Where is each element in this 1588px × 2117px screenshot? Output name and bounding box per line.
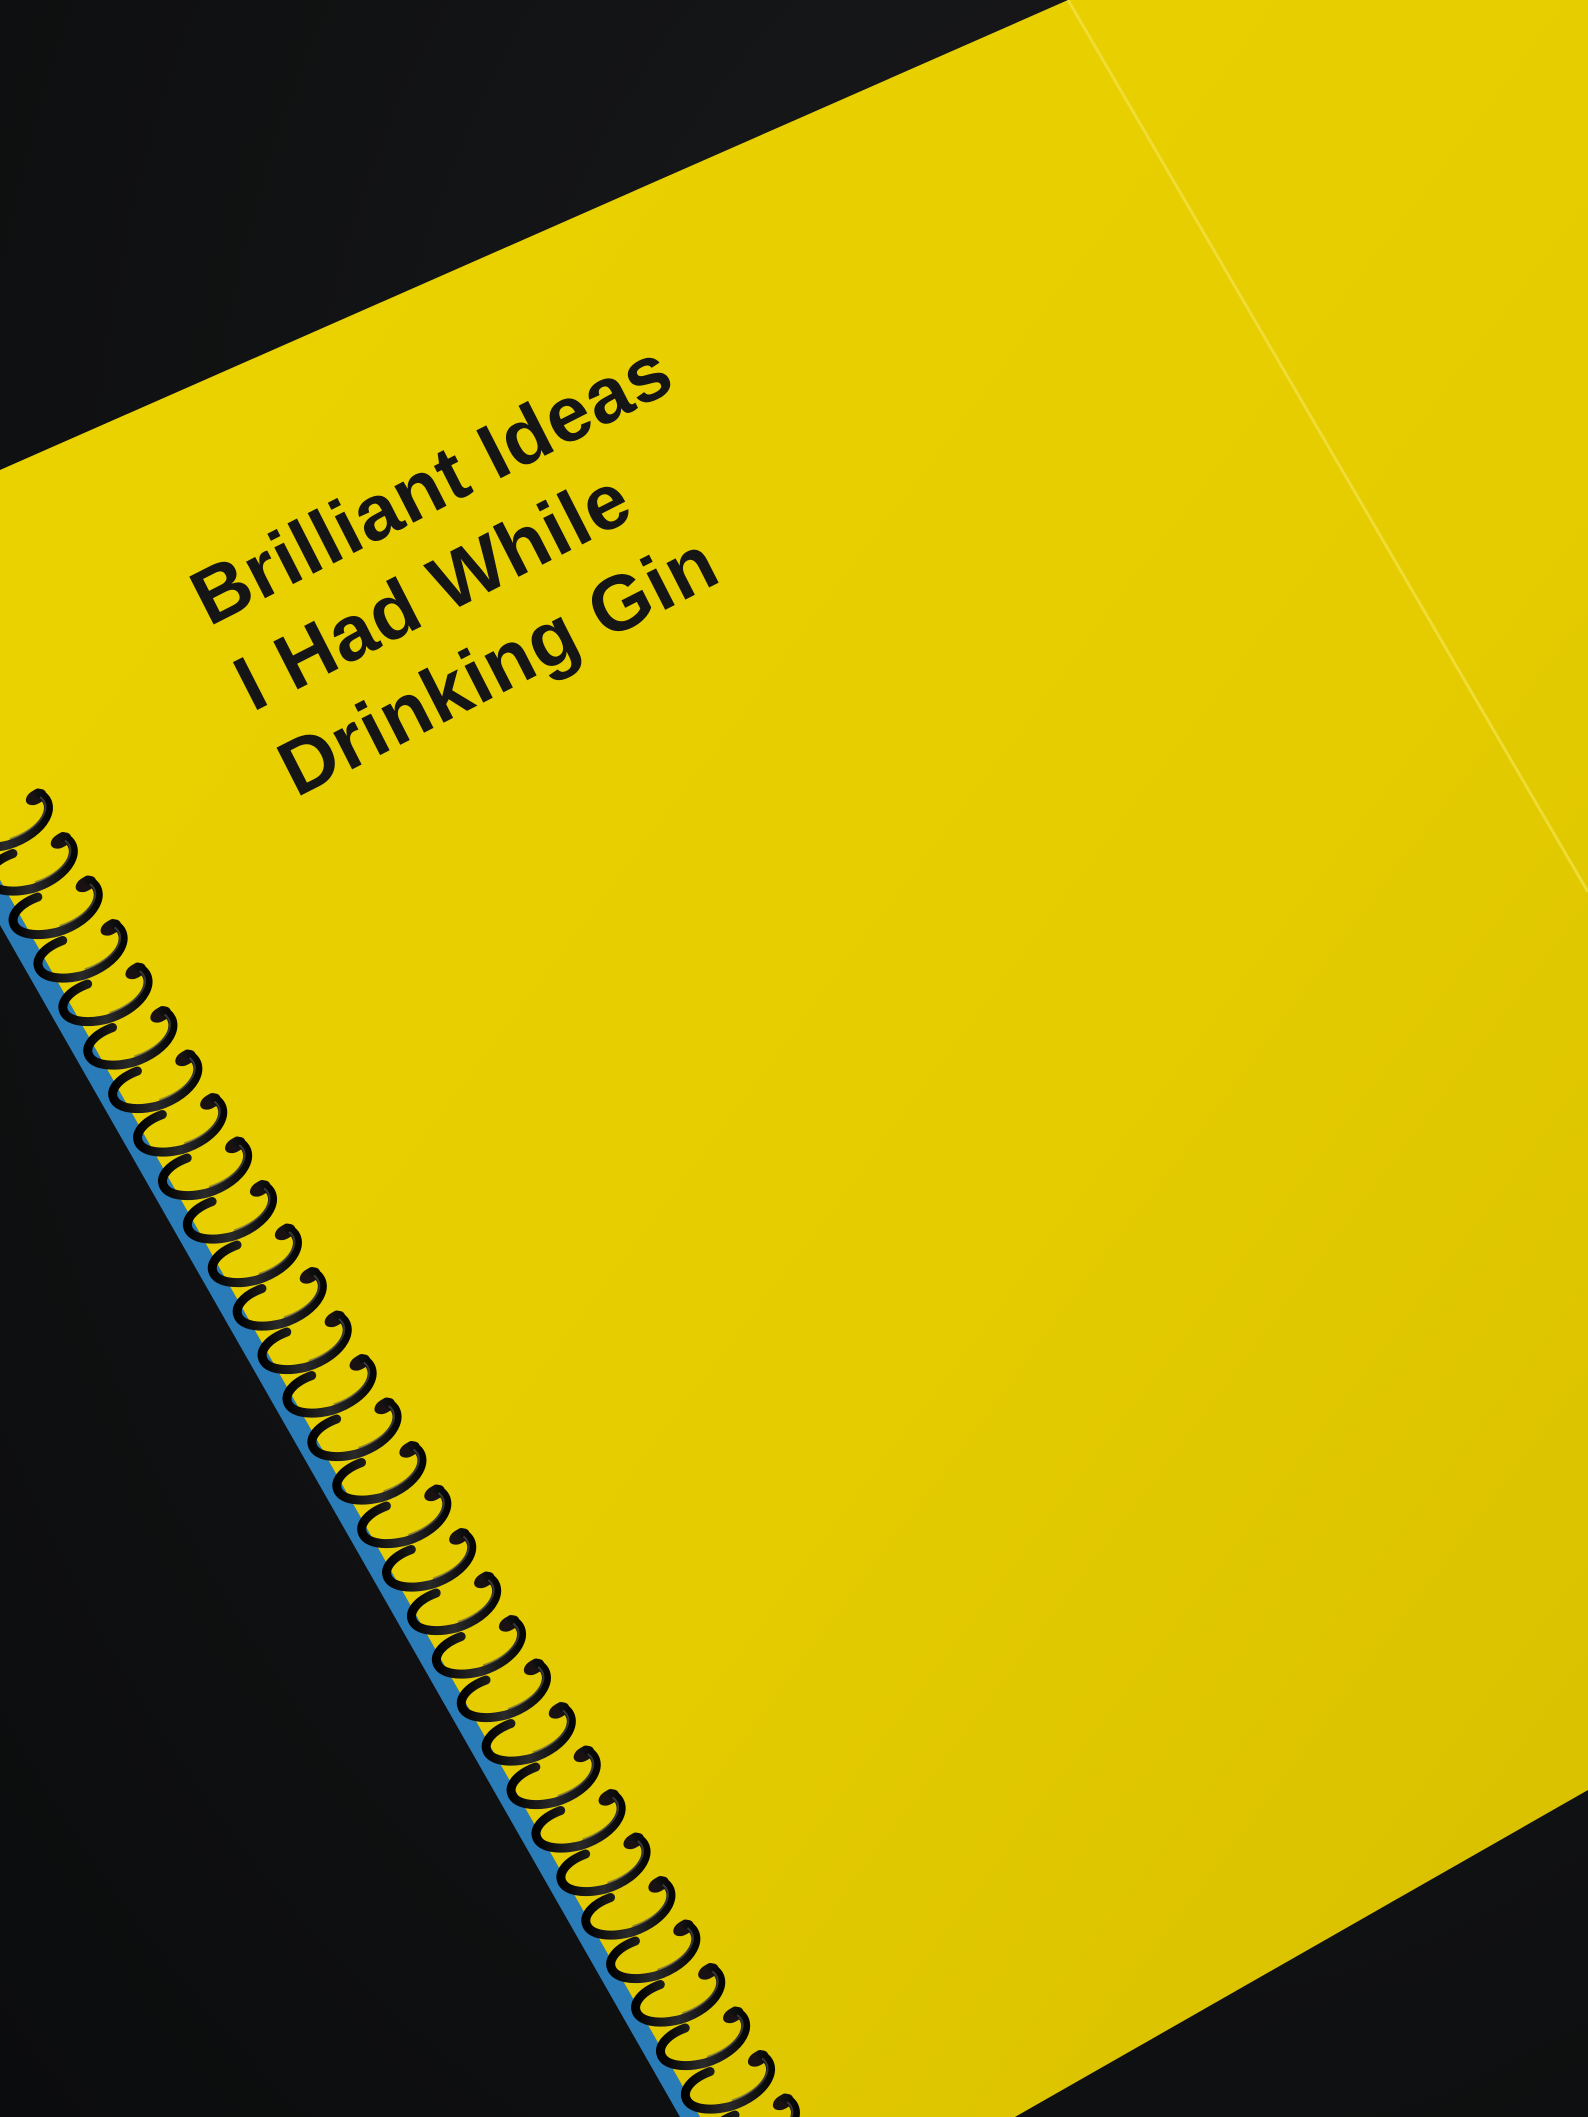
photo-scene: Brilliant Ideas I Had While Drinking Gin xyxy=(0,0,1588,2117)
